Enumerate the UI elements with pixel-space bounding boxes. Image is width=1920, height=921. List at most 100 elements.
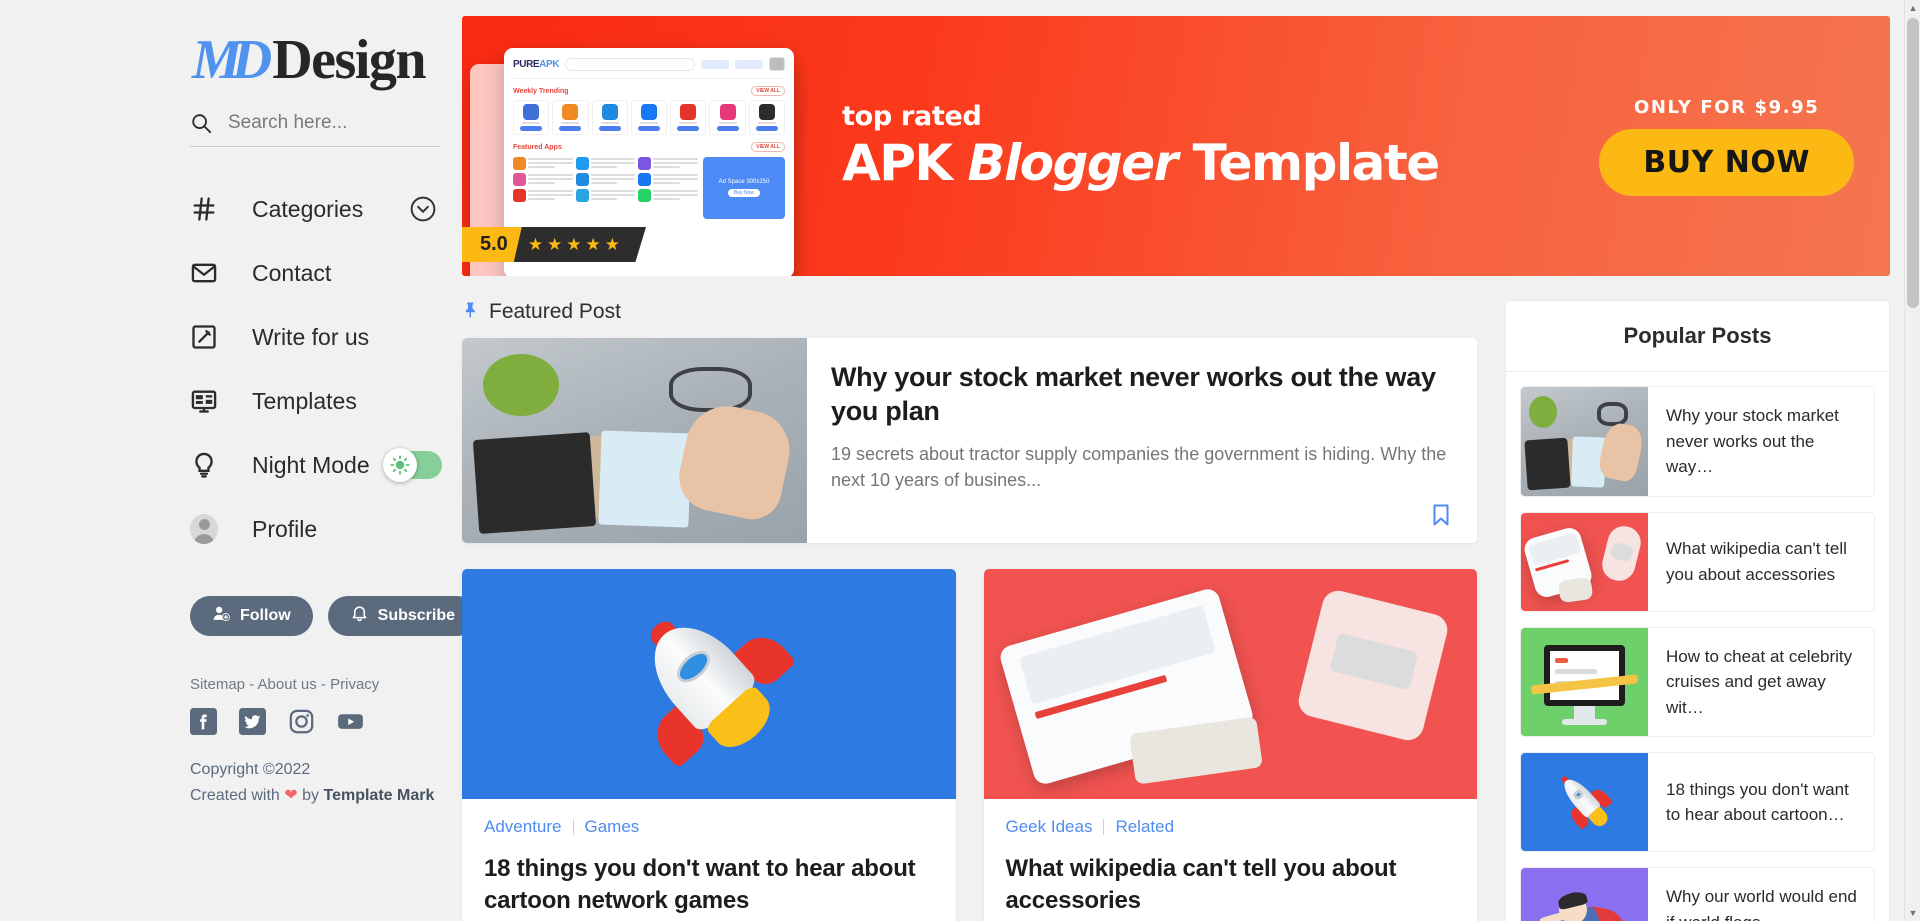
popular-posts-column: Popular Posts Why your stock market neve… xyxy=(1505,300,1890,921)
footer-link-privacy[interactable]: Privacy xyxy=(330,676,379,693)
banner-title: APK Blogger Template xyxy=(842,134,1599,192)
sidebar-item-contact[interactable]: Contact xyxy=(0,241,462,305)
post-card-category[interactable]: Related xyxy=(1115,817,1174,837)
mini-burger-icon xyxy=(769,57,785,71)
mini-section-featured: Featured Apps VIEW ALL xyxy=(513,142,785,152)
category-separator xyxy=(1103,819,1105,835)
post-card-body: Adventure Games 18 things you don't want… xyxy=(462,799,956,921)
content-columns: Featured Post Why your stock market neve… xyxy=(462,300,1890,921)
sidebar-item-profile[interactable]: Profile xyxy=(0,497,462,561)
post-card-image xyxy=(462,569,956,799)
user-plus-icon xyxy=(212,604,231,628)
logo-secondary-text: Design xyxy=(272,28,426,91)
list-item[interactable]: How to cheat at celebrity cruises and ge… xyxy=(1520,626,1875,737)
list-item[interactable]: Why your stock market never works out th… xyxy=(1520,386,1875,497)
monitor-icon xyxy=(190,387,218,415)
post-card-title: 18 things you don't want to hear about c… xyxy=(484,855,916,914)
post-card[interactable]: Geek Ideas Related What wikipedia can't … xyxy=(983,569,1478,921)
mini-search xyxy=(565,57,695,71)
scrollbar-down-arrow[interactable]: ▼ xyxy=(1905,905,1920,921)
mini-logo: PUREAPK xyxy=(513,58,560,70)
bookmark-icon[interactable] xyxy=(1429,503,1453,529)
popular-post-thumbnail xyxy=(1521,753,1648,851)
sidebar-item-templates[interactable]: Templates xyxy=(0,369,462,433)
banner-price: ONLY FOR $9.95 xyxy=(1633,96,1820,118)
hash-icon xyxy=(190,195,218,223)
instagram-icon[interactable] xyxy=(288,708,315,735)
rating-badge: 5.0 ★★★★★ xyxy=(462,227,647,262)
list-item[interactable]: 18 things you don't want to hear about c… xyxy=(1520,752,1875,852)
youtube-icon[interactable] xyxy=(337,708,364,735)
post-card-category[interactable]: Adventure xyxy=(484,817,562,837)
footer-sep-2: - xyxy=(316,676,331,693)
featured-post-card[interactable]: Why your stock market never works out th… xyxy=(462,338,1477,543)
sidebar-item-label: Profile xyxy=(252,515,318,542)
rating-stars: ★★★★★ xyxy=(513,227,647,262)
facebook-icon[interactable] xyxy=(190,708,217,735)
chevron-down-circle-icon[interactable] xyxy=(410,196,436,222)
heart-icon: ❤ xyxy=(284,787,298,805)
footer-link-about-us[interactable]: About us xyxy=(258,676,317,693)
popular-post-title: What wikipedia can't tell you about acce… xyxy=(1666,539,1847,584)
subscribe-button[interactable]: Subscribe xyxy=(327,596,478,636)
popular-post-thumbnail xyxy=(1521,387,1648,496)
bell-icon xyxy=(350,604,369,628)
twitter-icon[interactable] xyxy=(239,708,266,735)
sidebar-item-label: Contact xyxy=(252,259,332,286)
footer-link-sitemap[interactable]: Sitemap xyxy=(190,676,245,693)
post-card-body: Geek Ideas Related What wikipedia can't … xyxy=(984,799,1478,921)
sidebar-item-night-mode[interactable]: Night Mode xyxy=(0,433,462,497)
banner-screenshot: PUREAPK Weekly Trending VIEW ALL Feature… xyxy=(462,16,832,276)
post-card-image xyxy=(983,569,1477,799)
pin-icon xyxy=(462,301,480,323)
list-item[interactable]: Why our world would end if world flags d… xyxy=(1520,867,1875,921)
search-input[interactable] xyxy=(228,112,440,134)
banner-kicker: top rated xyxy=(842,100,982,132)
featured-post-body: Why your stock market never works out th… xyxy=(807,338,1477,543)
popular-posts-list: Why your stock market never works out th… xyxy=(1506,372,1889,921)
post-card-category[interactable]: Games xyxy=(585,817,640,837)
night-mode-toggle[interactable] xyxy=(383,448,442,482)
copyright-block: Copyright ©2022 Created with ❤ by Templa… xyxy=(190,757,462,810)
main-content: PUREAPK Weekly Trending VIEW ALL Feature… xyxy=(462,0,1920,921)
follow-button-label: Follow xyxy=(240,607,291,624)
banner-title-part2: Template xyxy=(1176,133,1440,192)
scrollbar-thumb[interactable] xyxy=(1907,18,1919,308)
buy-now-button[interactable]: BUY NOW xyxy=(1599,128,1854,196)
banner-copy: top rated APK Blogger Template xyxy=(832,101,1599,192)
follow-button[interactable]: Follow xyxy=(190,596,313,636)
popular-posts-heading: Popular Posts xyxy=(1506,301,1889,372)
post-card-category[interactable]: Geek Ideas xyxy=(1006,817,1093,837)
lightbulb-icon xyxy=(190,451,218,479)
sidebar-item-write-for-us[interactable]: Write for us xyxy=(0,305,462,369)
featured-post-title: Why your stock market never works out th… xyxy=(831,362,1436,427)
popular-post-title: How to cheat at celebrity cruises and ge… xyxy=(1666,646,1853,717)
post-card-title: What wikipedia can't tell you about acce… xyxy=(1005,855,1397,914)
popular-post-thumbnail xyxy=(1521,627,1648,736)
featured-post-description: 19 secrets about tractor supply companie… xyxy=(831,444,1447,490)
site-logo[interactable]: MD Design xyxy=(192,22,462,96)
mini-ad-space: Ad Space 300x250 Buy Now xyxy=(703,157,785,219)
mini-chip-1 xyxy=(701,59,729,69)
sidebar-item-categories[interactable]: Categories xyxy=(0,177,462,241)
popular-post-thumbnail xyxy=(1521,512,1648,611)
rating-value: 5.0 xyxy=(462,227,522,262)
post-card[interactable]: Adventure Games 18 things you don't want… xyxy=(462,569,956,921)
popular-posts-widget: Popular Posts Why your stock market neve… xyxy=(1505,300,1890,921)
credit-by: by xyxy=(302,787,320,805)
popular-post-thumbnail xyxy=(1521,868,1648,921)
banner-title-italic: Blogger xyxy=(967,133,1179,192)
scrollbar-up-arrow[interactable]: ▲ xyxy=(1905,0,1920,16)
page-scrollbar[interactable]: ▲ ▼ xyxy=(1904,0,1920,921)
sidebar-item-label: Night Mode xyxy=(252,451,370,478)
promo-banner[interactable]: PUREAPK Weekly Trending VIEW ALL Feature… xyxy=(462,16,1890,276)
sidebar-nav: Categories Contact Write for us Template… xyxy=(0,177,462,561)
mini-section-trending: Weekly Trending VIEW ALL xyxy=(513,86,785,96)
social-links xyxy=(190,708,462,735)
mini-lower: Ad Space 300x250 Buy Now xyxy=(513,157,785,219)
mini-app-grid xyxy=(513,100,785,135)
credit-brand[interactable]: Template Mark xyxy=(324,787,435,804)
list-item[interactable]: What wikipedia can't tell you about acce… xyxy=(1520,511,1875,612)
search-bar[interactable] xyxy=(190,112,440,147)
copyright-text: Copyright ©2022 xyxy=(190,761,311,778)
